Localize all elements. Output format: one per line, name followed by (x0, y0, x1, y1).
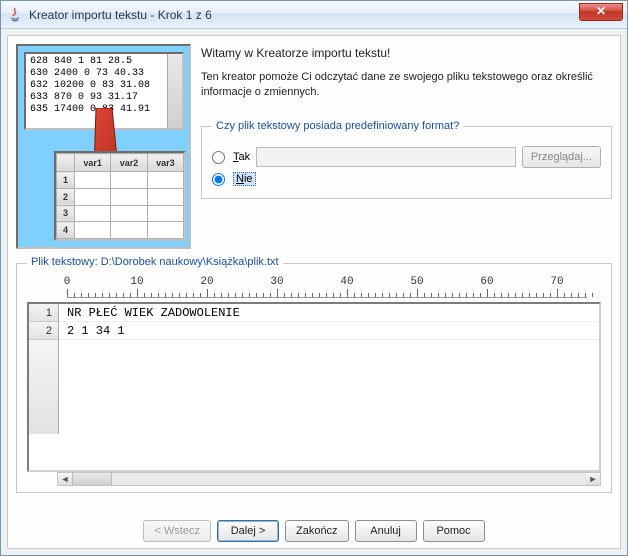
wizard-page: 628 840 1 81 28.5 630 2400 0 73 40.33 63… (7, 35, 621, 549)
browse-button: Przeglądaj... (522, 146, 601, 168)
wizard-window: Kreator importu tekstu - Krok 1 z 6 ✕ 62… (0, 0, 628, 556)
row-gutter (29, 340, 59, 434)
format-groupbox: Czy plik tekstowy posiada predefiniowany… (201, 120, 612, 199)
finish-button[interactable]: Zakończ (285, 520, 349, 542)
format-path-input (256, 147, 516, 167)
next-button[interactable]: Dalej > (217, 520, 279, 542)
row-number: 2 (29, 322, 59, 340)
file-preview-groupbox: Plik tekstowy: D:\Dorobek naukowy\Książk… (16, 263, 612, 493)
help-button[interactable]: Pomoc (423, 520, 485, 542)
welcome-heading: Witamy w Kreatorze importu tekstu! (201, 46, 612, 60)
back-button: < Wstecz (143, 520, 211, 542)
scrollbar-track[interactable] (112, 473, 586, 485)
file-data-grid[interactable]: 1 NR PŁEĆ WIEK ZADOWOLENIE 2 2 1 34 1 (27, 302, 601, 472)
client-area: 628 840 1 81 28.5 630 2400 0 73 40.33 63… (1, 29, 627, 555)
row-content: 2 1 34 1 (59, 322, 599, 340)
scroll-right-icon[interactable]: ► (586, 473, 600, 485)
scroll-left-icon[interactable]: ◄ (58, 473, 72, 485)
titlebar: Kreator importu tekstu - Krok 1 z 6 ✕ (1, 1, 627, 29)
wizard-buttons: < Wstecz Dalej > Zakończ Anuluj Pomoc (8, 520, 620, 542)
java-icon (7, 7, 23, 23)
radio-no-label: Nie (233, 172, 256, 186)
row-number: 1 (29, 304, 59, 322)
file-preview-legend: Plik tekstowy: D:\Dorobek naukowy\Książk… (27, 256, 283, 268)
welcome-body: Ten kreator pomoże Ci odczytać dane ze s… (201, 70, 612, 100)
illustration-textfile: 628 840 1 81 28.5 630 2400 0 73 40.33 63… (24, 52, 184, 130)
radio-yes[interactable] (212, 151, 225, 164)
radio-yes-label: Tak (233, 151, 250, 163)
illustration-grid: var1 var2 var3 1 2 3 4 (54, 151, 186, 241)
welcome-block: Witamy w Kreatorze importu tekstu! Ten k… (201, 44, 612, 249)
horizontal-scrollbar[interactable]: ◄ ► (57, 472, 601, 486)
column-ruler: 010203040506070 (67, 276, 587, 300)
close-button[interactable]: ✕ (579, 3, 623, 21)
cancel-button[interactable]: Anuluj (355, 520, 417, 542)
radio-no[interactable] (212, 173, 225, 186)
scrollbar-thumb[interactable] (72, 473, 112, 485)
format-legend: Czy plik tekstowy posiada predefiniowany… (212, 120, 463, 132)
illustration-panel: 628 840 1 81 28.5 630 2400 0 73 40.33 63… (16, 44, 191, 249)
window-title: Kreator importu tekstu - Krok 1 z 6 (29, 8, 212, 22)
row-content: NR PŁEĆ WIEK ZADOWOLENIE (59, 304, 599, 322)
